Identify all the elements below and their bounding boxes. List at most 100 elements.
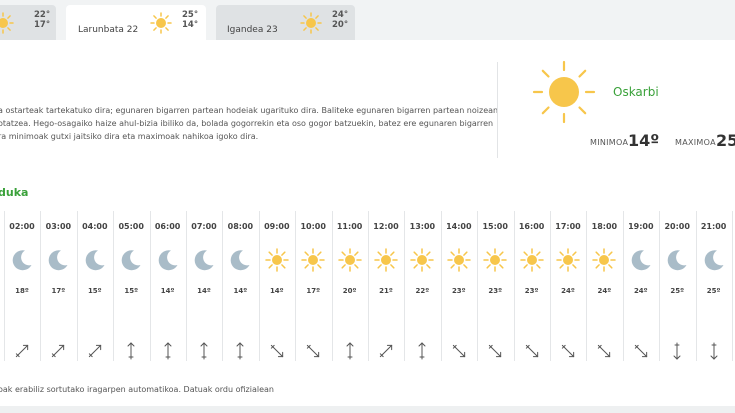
day-tab-min: 17° — [34, 20, 51, 30]
sun-icon — [0, 12, 14, 38]
wind-arrow-icon — [267, 341, 287, 365]
hour-temperature: 14º — [233, 287, 248, 295]
hour-column: 14:00 23º — [441, 211, 477, 361]
hour-time: 19:00 — [628, 222, 654, 231]
hour-temperature: 24º — [597, 287, 612, 295]
hour-column: 11:00 20º — [332, 211, 368, 361]
moon-icon — [192, 248, 216, 276]
hour-time: 04:00 — [82, 222, 108, 231]
min-label: MINIMOA — [590, 138, 629, 147]
sun-icon — [483, 248, 507, 276]
hour-time: 15:00 — [482, 222, 508, 231]
hour-temperature: 25º — [706, 287, 721, 295]
day-tab-min: 14° — [182, 20, 199, 30]
hour-column: 06:00 14º — [150, 211, 186, 361]
hour-time: 20:00 — [664, 222, 690, 231]
moon-icon — [156, 248, 180, 276]
moon-icon — [629, 248, 653, 276]
wind-arrow-icon — [558, 341, 578, 365]
wind-arrow-icon — [194, 341, 214, 365]
max-label: MAXIMOA — [675, 138, 716, 147]
hour-time: 02:00 — [9, 222, 35, 231]
day-tab-igandea[interactable]: Igandea 23 24° 20° — [216, 5, 355, 40]
day-tab-larunbata[interactable]: Larunbata 22 25° 14° — [66, 5, 206, 40]
hour-temperature: 15º — [87, 287, 102, 295]
sun-icon — [556, 248, 580, 276]
hour-temperature: 17º — [51, 287, 66, 295]
hour-time: 16:00 — [518, 222, 545, 231]
forecast-line: ra minimoak gutxi jaitsiko dira eta maxi… — [0, 132, 259, 141]
hour-time: 09:00 — [264, 222, 290, 231]
day-tab-label: Igandea 23 — [227, 25, 278, 35]
sun-icon — [300, 12, 322, 38]
wind-arrow-icon — [340, 341, 360, 365]
hourly-forecast: 02:00 18º 03:00 17º 04:00 15º 05:00 15º 06:00 14º… — [0, 211, 735, 361]
hour-temperature: 23º — [524, 287, 539, 295]
wind-arrow-icon — [48, 341, 68, 365]
sun-icon — [301, 248, 325, 276]
day-tab-max: 25° — [182, 10, 199, 20]
wind-arrow-icon — [12, 341, 32, 365]
moon-icon — [83, 248, 107, 276]
condition-label: Oskarbi — [613, 85, 659, 99]
moon-icon — [228, 248, 252, 276]
hour-temperature: 18º — [15, 287, 29, 295]
max-value: 25 — [716, 131, 735, 150]
hour-column: 03:00 17º — [40, 211, 76, 361]
hour-temperature: 14º — [197, 287, 211, 295]
hour-time: 03:00 — [45, 222, 72, 231]
forecast-description: a ostarteak tartekatuko dira; egunaren b… — [0, 104, 498, 143]
hour-time: 10:00 — [300, 222, 326, 231]
wind-arrow-icon — [230, 341, 250, 365]
sun-icon — [265, 248, 289, 276]
moon-icon — [10, 248, 34, 276]
sun-icon — [447, 248, 471, 276]
hour-column: 07:00 14º — [186, 211, 222, 361]
hour-time: 11:00 — [336, 222, 363, 231]
day-tab-friday[interactable]: 22° 17° — [0, 5, 56, 40]
wind-arrow-icon — [376, 341, 396, 365]
hour-time: 14:00 — [446, 222, 472, 231]
sun-icon — [337, 248, 362, 276]
hour-column: 13:00 22º — [404, 211, 440, 361]
hour-temperature: 24º — [633, 287, 648, 295]
moon-icon — [46, 248, 70, 276]
wind-arrow-icon — [594, 341, 614, 365]
wind-arrow-icon — [667, 341, 687, 365]
day-tab-strip: 22° 17° Larunbata 22 25° 14° Igandea 23 … — [0, 0, 735, 40]
moon-icon — [665, 248, 689, 276]
day-tab-min: 20° — [332, 20, 349, 30]
hour-column: 17:00 24º — [550, 211, 586, 361]
hour-temperature: 14º — [160, 287, 175, 295]
wind-arrow-icon — [522, 341, 542, 365]
moon-icon — [702, 248, 726, 276]
bottom-band — [0, 406, 735, 413]
hour-column: 15:00 23º — [477, 211, 513, 361]
hour-temperature: 21º — [379, 287, 393, 295]
hour-time: 06:00 — [154, 222, 181, 231]
hour-time: 07:00 — [191, 222, 217, 231]
wind-arrow-icon — [303, 341, 323, 365]
divider — [497, 62, 498, 158]
moon-icon — [119, 248, 143, 276]
hour-temperature: 17º — [306, 287, 321, 295]
hour-column: 10:00 17º — [295, 211, 331, 361]
wind-arrow-icon — [412, 341, 432, 365]
wind-arrow-icon — [485, 341, 505, 365]
sun-icon — [532, 60, 596, 128]
hour-column: 19:00 24º — [623, 211, 659, 361]
hour-temperature: 25º — [670, 287, 685, 295]
hour-column: 08:00 14º — [222, 211, 258, 361]
wind-arrow-icon — [704, 341, 724, 365]
sun-icon — [519, 248, 544, 276]
hour-time: 13:00 — [409, 222, 436, 231]
sun-icon — [150, 12, 172, 38]
hour-time: 17:00 — [555, 222, 581, 231]
sun-icon — [374, 248, 398, 276]
hour-column: 12:00 21º — [368, 211, 404, 361]
wind-arrow-icon — [85, 341, 105, 365]
day-tab-max: 22° — [34, 10, 51, 20]
day-tab-max: 24° — [332, 10, 349, 20]
hour-temperature: 23º — [488, 287, 503, 295]
hour-temperature: 15º — [124, 287, 139, 295]
